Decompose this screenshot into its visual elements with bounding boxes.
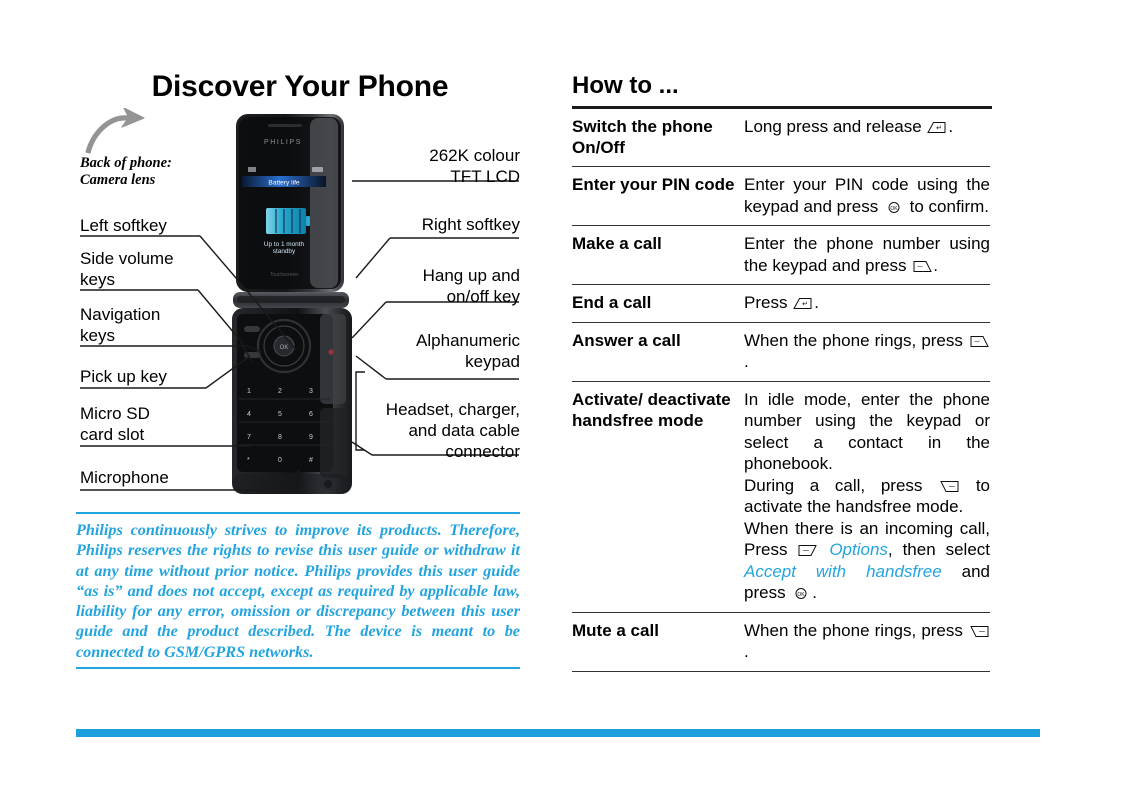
label-alphanumeric-l2: keypad (465, 352, 520, 371)
svg-text:*: * (247, 457, 250, 464)
how-to-task-label: Activate/ deactivate handsfree mode (572, 381, 744, 613)
how-to-task-label: End a call (572, 284, 744, 323)
label-side-volume-keys-l2: keys (80, 270, 115, 289)
label-hang-up-l1: Hang up and (422, 266, 520, 285)
disclaimer-bottom-rule (76, 667, 520, 670)
svg-text:─: ─ (917, 264, 923, 271)
how-to-task-label: Answer a call (572, 322, 744, 382)
user-guide-page: Discover Your Phone Back of phone: Camer… (0, 0, 1131, 800)
how-to-task-label: Make a call (572, 225, 744, 285)
right-column: How to ... Switch the phone On/Off Long p… (572, 0, 992, 672)
footer-blue-bar (76, 729, 1040, 737)
svg-text:Battery life: Battery life (268, 180, 299, 187)
back-of-phone-arrow-icon (85, 108, 145, 154)
how-to-task-label: Switch the phone On/Off (572, 109, 744, 167)
label-micro-sd-l1: Micro SD (80, 404, 150, 423)
right-softkey-icon: ─ (940, 480, 959, 492)
svg-text:↵: ↵ (936, 125, 942, 132)
svg-text:OK: OK (280, 345, 289, 351)
label-tft-lcd-l2: TFT LCD (450, 167, 520, 186)
label-hang-up-l2: on/off key (446, 287, 520, 306)
label-pick-up-key: Pick up key (80, 367, 167, 386)
label-navigation-keys: Navigation keys (80, 304, 250, 346)
hangup-key-icon: ↵ (793, 298, 812, 309)
table-row: Switch the phone On/Off Long press and re… (572, 109, 990, 167)
label-tft-lcd-l1: 262K colour (429, 146, 520, 165)
table-row: Answer a call When the phone rings, press… (572, 322, 990, 382)
label-side-volume-keys: Side volume keys (80, 248, 250, 290)
legal-disclaimer-block: Philips continuously strives to improve … (76, 512, 520, 670)
svg-text:↵: ↵ (802, 301, 808, 308)
label-headset-l1: Headset, charger, (385, 400, 520, 419)
svg-text:5: 5 (278, 411, 282, 418)
table-row: Enter your PIN code Enter your PIN code u… (572, 166, 990, 226)
how-to-task-label: Enter your PIN code (572, 166, 744, 226)
label-left-softkey: Left softkey (80, 216, 167, 235)
back-caption-line-1: Back of phone: (80, 155, 172, 171)
svg-text:OK: OK (890, 206, 898, 212)
label-side-volume-keys-l1: Side volume (80, 249, 174, 268)
label-alphanumeric-l1: Alphanumeric (416, 331, 520, 350)
label-navigation-keys-l1: Navigation (80, 305, 161, 324)
svg-text:─: ─ (948, 482, 955, 491)
svg-text:2: 2 (278, 388, 282, 395)
table-row: End a call Press ↵. (572, 284, 990, 323)
svg-text:PHILIPS: PHILIPS (264, 139, 302, 146)
label-micro-sd-card-slot: Micro SD card slot (80, 403, 250, 445)
how-to-instruction: In idle mode, enter the phone number usi… (744, 381, 990, 613)
ok-key-icon: OK (795, 588, 807, 599)
svg-text:6: 6 (309, 411, 313, 418)
svg-text:OK: OK (798, 592, 806, 598)
label-micro-sd-l2: card slot (80, 425, 145, 444)
label-microphone: Microphone (80, 468, 169, 487)
right-softkey-icon: ─ (970, 625, 989, 637)
svg-text:standby: standby (273, 248, 296, 255)
svg-text:─: ─ (803, 546, 810, 555)
disclaimer-text: Philips continuously strives to improve … (76, 521, 520, 661)
svg-text:9: 9 (309, 434, 313, 441)
label-tft-lcd: 262K colour TFT LCD (330, 145, 520, 187)
how-to-instruction: Long press and release ↵. (744, 109, 990, 167)
table-row: Activate/ deactivate handsfree mode In id… (572, 381, 990, 613)
how-to-table: Switch the phone On/Off Long press and re… (572, 109, 990, 672)
how-to-instruction: Enter your PIN code using the keypad and… (744, 166, 990, 226)
hangup-key-icon: ↵ (927, 122, 946, 133)
menu-reference: Accept with handsfree (744, 561, 942, 581)
svg-text:1: 1 (247, 388, 251, 395)
label-headset-l3: connector (445, 442, 520, 461)
svg-text:0: 0 (278, 457, 282, 464)
label-headset-connector: Headset, charger, and data cable connect… (320, 399, 520, 462)
table-row: Mute a call When the phone rings, press ─… (572, 612, 990, 672)
svg-text:─: ─ (974, 339, 980, 346)
label-navigation-keys-l2: keys (80, 326, 115, 345)
back-of-phone-caption: Back of phone: Camera lens (80, 155, 250, 189)
svg-text:Up to 1 month: Up to 1 month (264, 241, 305, 248)
page-title: Discover Your Phone (151, 70, 449, 103)
left-column: Discover Your Phone Back of phone: Camer… (0, 0, 540, 800)
label-right-softkey: Right softkey (421, 215, 520, 234)
menu-reference: Options (819, 540, 888, 559)
table-row: Make a call Enter the phone number using … (572, 225, 990, 285)
label-headset-l2: and data cable (408, 421, 520, 440)
label-hang-up-key: Hang up and on/off key (330, 265, 520, 307)
back-caption-line-2: Camera lens (80, 172, 156, 188)
how-to-instruction: When the phone rings, press ─. (744, 322, 990, 382)
how-to-instruction: When the phone rings, press ─. (744, 612, 990, 672)
svg-text:#: # (309, 457, 313, 464)
pickup-key-icon: ─ (970, 335, 989, 347)
svg-text:Touchscreen: Touchscreen (270, 272, 299, 278)
label-alphanumeric-keypad: Alphanumeric keypad (330, 330, 520, 372)
how-to-instruction: Press ↵. (744, 284, 990, 323)
pickup-key-icon: ─ (913, 260, 933, 272)
how-to-task-label: Mute a call (572, 612, 744, 672)
how-to-title: How to ... (572, 72, 679, 99)
how-to-instruction: Enter the phone number using the keypad … (744, 225, 990, 285)
svg-text:─: ─ (978, 627, 985, 636)
svg-text:3: 3 (309, 388, 313, 395)
ok-key-icon: OK (888, 201, 900, 213)
svg-text:8: 8 (278, 434, 282, 441)
left-softkey-icon: ─ (798, 545, 818, 556)
